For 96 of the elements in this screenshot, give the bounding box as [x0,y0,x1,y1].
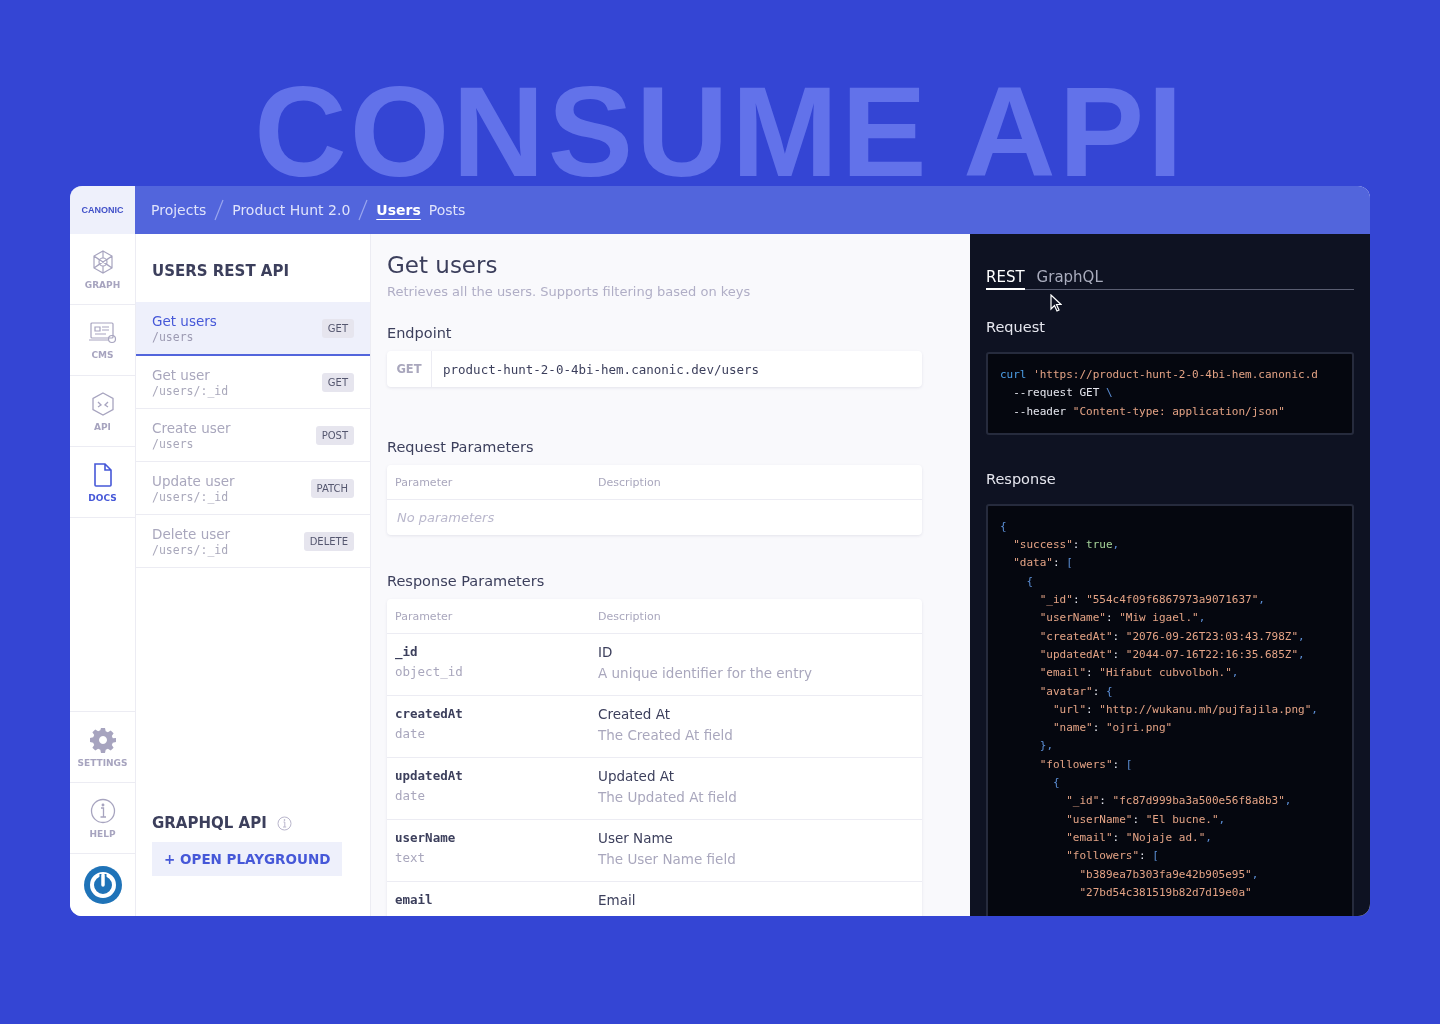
method-badge: GET [321,372,354,392]
code-line: { [1000,518,1008,535]
panel-tab[interactable]: GraphQL [1036,268,1103,289]
endpoint-name: Get user [152,366,211,383]
code-line: "email": "Hifabut cubvolboh.", [1038,665,1240,682]
code-line: "userName": "Miw igael.", [1038,610,1207,627]
code-line: "b389ea7b303fa9e42b905e95", [1078,866,1260,883]
rail-item[interactable]: DOCS [70,447,135,518]
code-line: "name": "ojri.png" [1052,720,1174,737]
code-line: { [1025,573,1035,590]
cube-icon [89,390,116,417]
brand-logo[interactable]: CANONIC [70,186,135,234]
parameter-type: date [395,788,427,803]
endpoint-path: /users/:_id [152,489,230,504]
nav-tab[interactable]: Posts [428,200,466,220]
nav-tab[interactable]: Users [376,200,421,220]
info-icon [89,797,116,824]
parameter-description: The Created At field [598,727,734,743]
endpoint-item[interactable]: Get user /users/:_id GET [136,356,370,409]
parameter-description: The Updated At field [598,789,738,805]
method-badge: PATCH [310,478,354,498]
page-title: Get users [387,252,499,278]
power-logo-icon[interactable] [83,866,122,904]
panel-heading: Request [986,319,1046,335]
monitor-gear-icon [87,320,118,345]
code-line: "_id": "fc87d999ba3a500e56f8a8b3", [1065,793,1293,810]
code-line: "27bd54c381519b82d7d19e0a" [1078,884,1253,901]
page-subtitle: Retrieves all the users. Supports filtering based on keys [387,284,752,299]
empty-message: No parameters [396,509,496,527]
endpoint-url: product-hunt-2-0-4bi-hem.canonic.dev/users [442,361,760,377]
section-heading: Request Parameters [387,439,535,455]
code-line: "followers": [ [1065,848,1160,865]
parameter-label: Updated At [598,768,676,784]
parameter-label: ID [598,644,614,660]
slash-icon [358,199,369,221]
endpoint-item[interactable]: Get users /users GET [136,302,370,356]
code-line: "url": "http://wukanu.mh/pujfajila.png", [1052,701,1319,718]
column-header: Description [598,475,662,489]
slash-icon [214,199,225,221]
section-heading: Response Parameters [387,573,546,589]
section-title: GRAPHQL API [152,814,267,832]
endpoint-path: /users [152,329,195,344]
parameter-type: object_id [395,664,464,679]
code-line: "success": true, [1012,537,1121,554]
endpoint-path: /users/:_id [152,542,230,557]
method-badge: GET [321,318,354,338]
panel-tab[interactable]: REST [986,268,1025,290]
method-badge: DELETE [303,531,354,551]
cursor-icon [1050,294,1062,312]
parameter-description: The User Name field [598,851,737,867]
code-line: }, [1038,738,1054,755]
endpoint-item[interactable]: Update user /users/:_id PATCH [136,462,370,515]
parameter-name: updatedAt [395,768,464,783]
column-header: Parameter [395,609,454,623]
parameter-label: Created At [598,706,671,722]
parameter-type: text [395,850,427,865]
endpoint-name: Delete user [152,525,231,542]
document-icon [91,461,114,488]
settings-icon [89,726,116,753]
code-line: "updatedAt": "2044-07-16T22:16:35.685Z", [1038,646,1306,663]
code-line: "avatar": { [1038,683,1114,700]
code-line: --header "Content-type: application/json" [1012,403,1286,420]
parameter-description: A unique identifier for the entry [598,665,813,681]
code-line: "email": "Nojaje ad.", [1065,829,1213,846]
endpoint-path: /users/:_id [152,383,229,398]
section-heading: Endpoint [387,325,453,341]
column-header: Parameter [395,475,454,489]
open-playground-button[interactable]: + OPEN PLAYGROUND [152,842,343,876]
code-line: "data": [ [1012,555,1074,572]
parameter-name: email [395,892,434,907]
endpoint-item[interactable]: Create user /users POST [136,409,370,462]
code-line: "_id": "554c4f09f6867973a9071637", [1038,592,1266,609]
method-label: GET [387,351,432,387]
parameter-name: createdAt [395,706,464,721]
parameter-label: Email [598,892,637,908]
breadcrumb-link[interactable]: Product Hunt 2.0 [232,202,351,218]
parameter-name: _id [395,644,419,659]
parameter-type: date [395,726,427,741]
parameter-name: userName [395,830,457,845]
code-line: "followers": [ [1038,756,1134,773]
code-line: "createdAt": "2076-09-26T23:03:43.798Z", [1038,628,1306,645]
endpoint-name: Create user [152,419,231,436]
panel-heading: Response [986,470,1057,487]
parameter-label: User Name [598,830,674,846]
method-badge: POST [315,425,354,445]
endpoint-name: Get users [152,312,217,329]
endpoint-path: /users [152,436,195,451]
breadcrumb-link[interactable]: Projects [151,202,207,218]
endpoint-name: Update user [152,472,235,489]
column-header: Description [598,609,662,623]
code-line: --request GET \ [1012,385,1114,402]
code-line: curl 'https://product-hunt-2-0-4bi-hem.canonic.d [1000,367,1319,383]
code-line: "userName": "El bucne.", [1065,811,1227,828]
section-title: USERS REST API [151,261,291,282]
endpoint-item[interactable]: Delete user /users/:_id DELETE [136,515,370,568]
code-line: { [1052,775,1061,792]
